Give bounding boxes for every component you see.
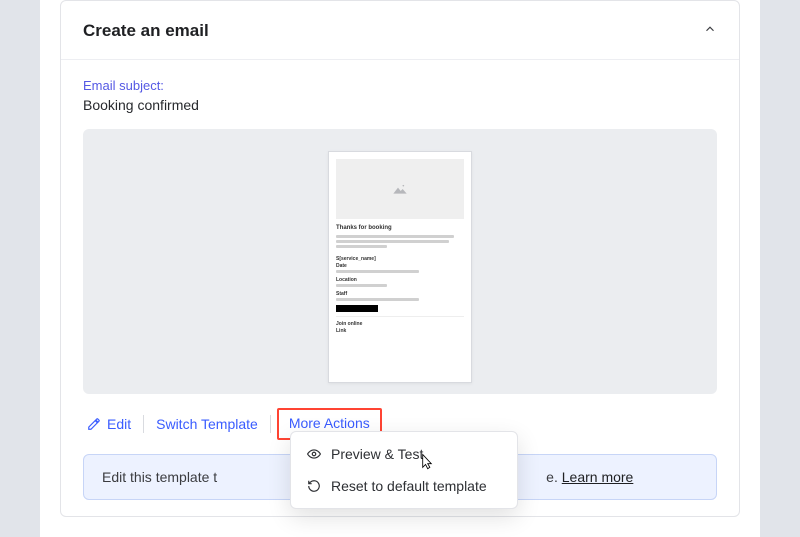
cursor-pointer-icon: [418, 453, 436, 478]
thumb-service-label: S[service_name]: [336, 256, 464, 262]
panel-title: Create an email: [83, 21, 209, 41]
more-actions-dropdown: Preview & Test Reset to default template: [290, 431, 518, 509]
edit-button[interactable]: Edit: [83, 412, 143, 436]
tip-text-start: Edit this template t: [102, 469, 217, 485]
email-preview-canvas: Thanks for booking S[service_name] Date …: [83, 129, 717, 394]
chevron-up-icon: [703, 22, 717, 41]
switch-template-label: Switch Template: [156, 416, 258, 432]
thumbnail-image-placeholder: [336, 159, 464, 219]
edit-label: Edit: [107, 416, 131, 432]
learn-more-link[interactable]: Learn more: [562, 469, 634, 485]
reset-template-label: Reset to default template: [331, 478, 487, 494]
reset-icon: [307, 479, 321, 493]
separator: [270, 415, 271, 433]
pencil-icon: [87, 417, 101, 431]
panel-header[interactable]: Create an email: [61, 1, 739, 60]
preview-test-label: Preview & Test: [331, 446, 423, 462]
email-subject-label: Email subject:: [83, 78, 717, 93]
thumbnail-cta-button: [336, 305, 378, 312]
eye-icon: [307, 447, 321, 461]
thumbnail-heading: Thanks for booking: [336, 225, 464, 231]
email-subject-value: Booking confirmed: [83, 97, 717, 113]
more-actions-label: More Actions: [289, 415, 370, 431]
preview-test-item[interactable]: Preview & Test: [291, 438, 517, 470]
switch-template-button[interactable]: Switch Template: [144, 412, 270, 436]
tip-text-end: e.: [546, 469, 562, 485]
reset-template-item[interactable]: Reset to default template: [291, 470, 517, 502]
more-actions-button[interactable]: More Actions: [289, 415, 370, 431]
email-thumbnail[interactable]: Thanks for booking S[service_name] Date …: [328, 151, 472, 383]
